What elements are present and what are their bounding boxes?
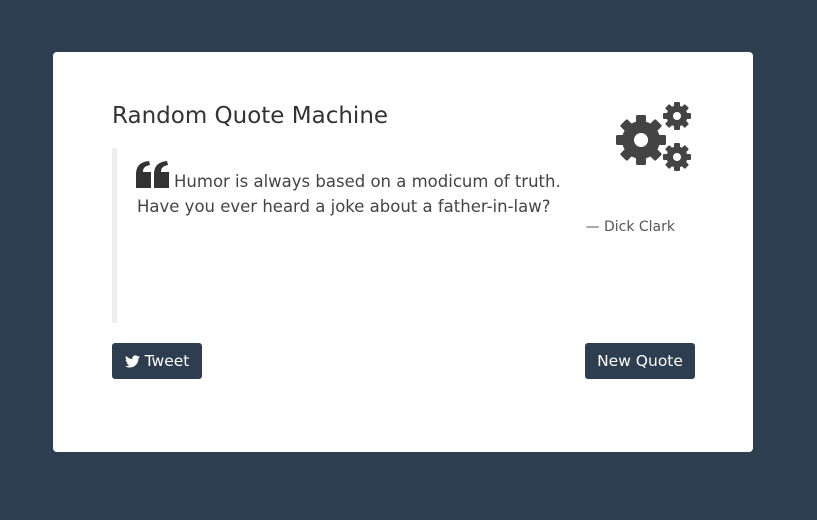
new-quote-label: New Quote [597,352,683,370]
new-quote-button[interactable]: New Quote [585,343,695,379]
quote-blockquote: Humor is always based on a modicum of tr… [112,148,697,323]
quote-author: — Dick Clark [585,219,675,235]
tweet-button[interactable]: Tweet [112,343,202,379]
quote-box: Random Quote Machine Humor is always bas… [53,52,753,452]
page-title: Random Quote Machine [112,103,389,129]
quote-text: Humor is always based on a modicum of tr… [137,172,561,216]
tweet-label: Tweet [144,352,190,370]
twitter-icon [124,354,140,367]
